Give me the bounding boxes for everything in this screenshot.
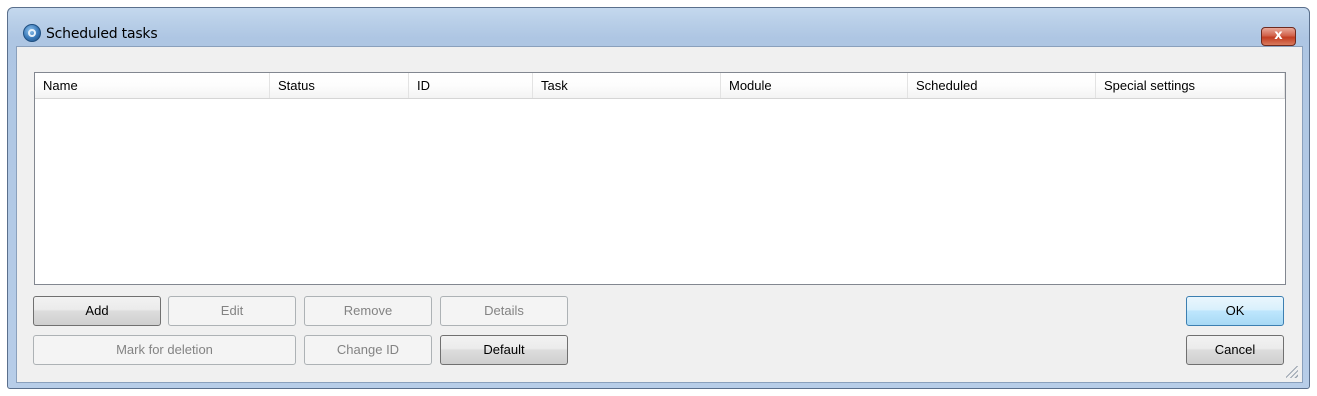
list-header: Name Status ID Task Module Scheduled Spe…	[35, 73, 1285, 99]
list-body[interactable]	[35, 98, 1285, 284]
remove-button[interactable]: Remove	[304, 296, 432, 326]
mark-for-deletion-button[interactable]: Mark for deletion	[33, 335, 296, 365]
resize-grip-icon[interactable]	[1286, 366, 1298, 378]
column-header-status[interactable]: Status	[270, 73, 409, 98]
ok-button[interactable]: OK	[1186, 296, 1284, 326]
edit-button[interactable]: Edit	[168, 296, 296, 326]
column-header-special-settings[interactable]: Special settings	[1096, 73, 1285, 98]
column-header-scheduled[interactable]: Scheduled	[908, 73, 1096, 98]
window-title: Scheduled tasks	[46, 26, 158, 42]
change-id-button[interactable]: Change ID	[304, 335, 432, 365]
default-button[interactable]: Default	[440, 335, 568, 365]
column-header-name[interactable]: Name	[35, 73, 270, 98]
add-button[interactable]: Add	[33, 296, 161, 326]
details-button[interactable]: Details	[440, 296, 568, 326]
column-header-module[interactable]: Module	[721, 73, 908, 98]
title-bar[interactable]: Scheduled tasks x	[8, 8, 1309, 46]
close-button[interactable]: x	[1261, 27, 1296, 46]
scheduled-tasks-icon	[23, 24, 41, 42]
cancel-button[interactable]: Cancel	[1186, 335, 1284, 365]
tasks-list[interactable]: Name Status ID Task Module Scheduled Spe…	[34, 72, 1286, 285]
scheduled-tasks-window: Scheduled tasks x Name Status ID Task Mo…	[7, 7, 1310, 389]
close-icon: x	[1274, 28, 1283, 43]
dialog-client-area: Name Status ID Task Module Scheduled Spe…	[16, 46, 1303, 383]
column-header-task[interactable]: Task	[533, 73, 721, 98]
column-header-id[interactable]: ID	[409, 73, 533, 98]
